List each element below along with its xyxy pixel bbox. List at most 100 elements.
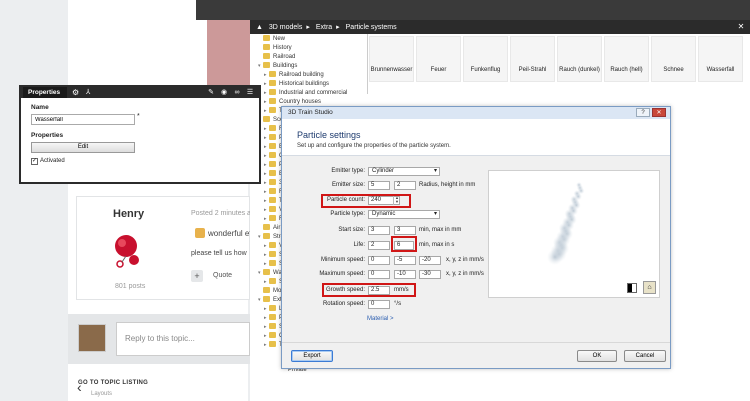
rotation-speed-field[interactable]: 0 [368, 300, 390, 309]
thumbnail-item[interactable] [369, 36, 414, 82]
folder-icon [263, 224, 270, 231]
folder-icon [263, 116, 270, 123]
rotation-speed-label: Rotation speed: [322, 301, 365, 307]
cancel-button[interactable]: Cancel [624, 350, 666, 362]
folder-icon [269, 260, 276, 267]
dialog-close-button[interactable]: ✕ [652, 108, 666, 117]
pin-icon[interactable]: ✎ [206, 87, 216, 98]
breadcrumb-item[interactable]: 3D models [269, 24, 302, 31]
start-size-note: min, max in mm [419, 227, 462, 233]
particle-type-select[interactable]: Dynamic [368, 210, 440, 219]
tab-properties[interactable]: Properties [23, 87, 67, 98]
name-label: Name [31, 104, 49, 111]
max-speed-y[interactable]: -10 [394, 270, 416, 279]
max-speed-label: Maximum speed: [319, 271, 365, 277]
menu-icon[interactable]: ☰ [245, 87, 255, 98]
folder-icon [263, 233, 270, 240]
activated-checkbox[interactable]: ✓ [31, 158, 38, 165]
go-to-topic-listing-link[interactable]: GO TO TOPIC LISTING [78, 380, 148, 386]
folder-icon [269, 242, 276, 249]
emitter-size-radius[interactable]: 5 [368, 181, 390, 190]
max-speed-z[interactable]: -30 [419, 270, 441, 279]
tree-item[interactable]: ▾ Wat [258, 269, 283, 277]
breadcrumb-item[interactable]: Extra [316, 24, 332, 31]
tree-item[interactable]: ▾ Buildings [258, 62, 297, 70]
folder-icon [269, 152, 276, 159]
preview-settings-icon[interactable]: ⌂ [643, 281, 656, 294]
tree-item[interactable]: ▾ Extr [258, 296, 284, 304]
tree-item[interactable]: ▸3 [264, 179, 282, 187]
breadcrumb: ▲ 3D models ▸ Extra ▸ Particle systems [250, 20, 750, 34]
folder-icon [263, 44, 270, 51]
folder-icon [269, 188, 276, 195]
folder-icon [263, 296, 270, 303]
tree-item-label: Industrial and commercial [279, 90, 348, 96]
folder-icon [269, 71, 276, 78]
min-speed-x[interactable]: 0 [368, 256, 390, 265]
folder-icon [263, 35, 270, 42]
link-icon[interactable]: ∞ [232, 87, 242, 98]
thumbnail-item[interactable] [604, 36, 649, 82]
start-size-min[interactable]: 3 [368, 226, 390, 235]
help-button[interactable]: ? [636, 108, 650, 117]
thumbnail-label: Funkenflug [470, 67, 501, 73]
life-min[interactable]: 2 [368, 241, 390, 250]
tree-item[interactable]: ▸ Country houses [264, 98, 321, 106]
reply-input[interactable]: Reply to this topic... [116, 322, 250, 356]
gear-icon[interactable]: ⚙ [72, 87, 82, 98]
multiquote-button[interactable]: + [191, 270, 203, 282]
properties-section-label: Properties [31, 132, 64, 139]
max-speed-x[interactable]: 0 [368, 270, 390, 279]
user-avatar[interactable] [108, 228, 148, 272]
material-link[interactable]: Material > [367, 316, 394, 322]
folder-icon [269, 332, 276, 339]
tree-item[interactable]: ▸ Historical buildings [264, 80, 329, 88]
folder-icon [263, 269, 270, 276]
thumbnail-item[interactable] [698, 36, 743, 82]
quote-button[interactable]: Quote [213, 272, 232, 279]
tree-item-label: Railroad building [279, 72, 324, 78]
image-strip [196, 0, 750, 20]
start-size-max[interactable]: 3 [394, 226, 416, 235]
folder-icon [269, 314, 276, 321]
tree-item[interactable]: New [258, 35, 285, 43]
post-count: 801 posts [115, 283, 146, 290]
tree-item[interactable]: History [258, 44, 292, 52]
min-speed-y[interactable]: -5 [394, 256, 416, 265]
breadcrumb-item[interactable]: Particle systems [346, 24, 397, 31]
tree-item-label: Air [273, 225, 281, 231]
post-username[interactable]: Henry [113, 208, 144, 220]
thumbnail-item[interactable] [510, 36, 555, 82]
thumbnail-item[interactable] [557, 36, 602, 82]
thumbnail-item[interactable] [463, 36, 508, 82]
thumbnail-item[interactable] [416, 36, 461, 82]
tree-item[interactable]: Air [258, 224, 280, 232]
background-toggle-button[interactable] [627, 283, 637, 293]
folder-icon [269, 161, 276, 168]
export-button[interactable]: Export [291, 350, 333, 362]
tree-item-label: Railroad [273, 54, 296, 60]
ok-button[interactable]: OK [577, 350, 617, 362]
tree-item-label: History [273, 45, 292, 51]
tree-item-label: Historical buildings [279, 81, 330, 87]
min-speed-z[interactable]: -20 [419, 256, 441, 265]
name-field[interactable] [31, 114, 135, 125]
folder-icon [269, 80, 276, 87]
folder-icon [269, 251, 276, 258]
thumbnail-label: Schnee [663, 67, 684, 73]
chevron-up-icon[interactable]: ▲ [256, 24, 263, 31]
eye-icon[interactable]: ◉ [219, 87, 229, 98]
emitter-type-select[interactable]: Cylinder [368, 167, 440, 176]
tree-item[interactable]: Railroad [258, 53, 295, 61]
folder-icon [269, 89, 276, 96]
highlight-particle-count [321, 194, 411, 208]
edit-button[interactable]: Edit [31, 142, 135, 153]
thumbnail-item[interactable] [651, 36, 696, 82]
hierarchy-icon[interactable]: ⅄ [86, 87, 96, 98]
emitter-size-height[interactable]: 2 [394, 181, 416, 190]
tree-item[interactable]: ▸ Industrial and commercial [264, 89, 347, 97]
close-icon[interactable]: ✕ [734, 20, 748, 34]
tree-divider [367, 34, 368, 94]
thumbnail-label: Brunnenwasser [370, 67, 413, 73]
tree-item[interactable]: ▸ Railroad building [264, 71, 324, 79]
